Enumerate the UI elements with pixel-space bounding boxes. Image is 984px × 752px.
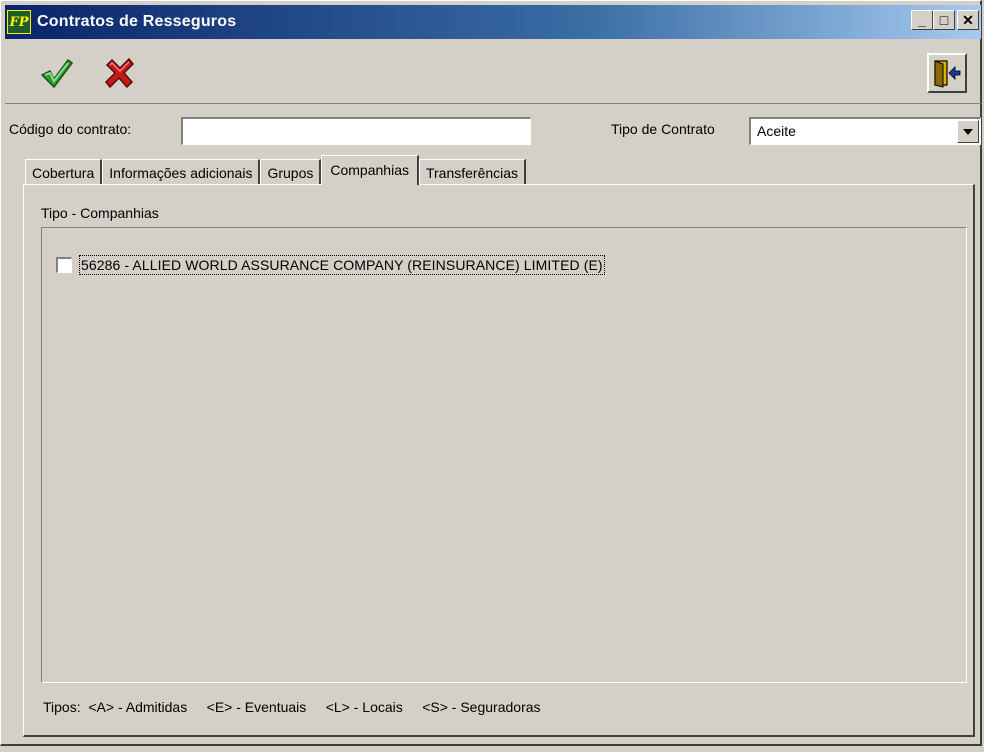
minimize-button[interactable]: _ <box>911 10 933 30</box>
exit-door-icon <box>934 60 961 88</box>
form-row: Código do contrato: Tipo de Contrato Ace… <box>5 115 981 145</box>
dropdown-arrow-button[interactable] <box>957 120 979 143</box>
tab-informacoes-adicionais[interactable]: Informações adicionais <box>102 159 261 185</box>
tipo-contrato-value: Aceite <box>757 123 796 139</box>
toolbar <box>5 41 981 104</box>
window-controls: _ □ ✕ <box>911 10 979 30</box>
tipo-contrato-select[interactable]: Aceite <box>749 117 981 145</box>
window-title: Contratos de Resseguros <box>37 13 237 30</box>
app-icon: FP <box>7 10 31 34</box>
cancel-button[interactable] <box>101 55 137 91</box>
codigo-contrato-label: Código do contrato: <box>9 121 132 137</box>
company-checkbox[interactable] <box>56 257 72 273</box>
company-label[interactable]: 56286 - ALLIED WORLD ASSURANCE COMPANY (… <box>79 255 605 275</box>
tab-grupos[interactable]: Grupos <box>260 159 322 185</box>
tipo-contrato-label: Tipo de Contrato <box>611 121 715 137</box>
title-bar[interactable]: FP Contratos de Resseguros _ □ ✕ <box>5 5 981 39</box>
tab-cobertura[interactable]: Cobertura <box>25 159 103 185</box>
close-button[interactable]: ✕ <box>957 10 979 30</box>
chevron-down-icon <box>963 128 973 135</box>
tab-transferencias[interactable]: Transferências <box>418 159 527 185</box>
confirm-button[interactable] <box>39 55 75 91</box>
codigo-contrato-input[interactable] <box>181 117 531 145</box>
companhias-list: 56286 - ALLIED WORLD ASSURANCE COMPANY (… <box>41 227 967 683</box>
list-item[interactable]: 56286 - ALLIED WORLD ASSURANCE COMPANY (… <box>56 255 605 275</box>
main-window: FP Contratos de Resseguros _ □ ✕ Código … <box>0 0 982 746</box>
group-label-tipo-companhias: Tipo - Companhias <box>41 205 159 221</box>
x-icon <box>104 57 135 89</box>
tab-strip: Cobertura Informações adicionais Grupos … <box>25 155 527 185</box>
tab-companhias[interactable]: Companhias <box>321 155 419 185</box>
check-icon <box>40 58 74 89</box>
exit-button[interactable] <box>927 53 967 93</box>
tipos-legend: Tipos: <A> - Admitidas <E> - Eventuais <… <box>43 699 541 715</box>
maximize-button[interactable]: □ <box>933 10 955 30</box>
